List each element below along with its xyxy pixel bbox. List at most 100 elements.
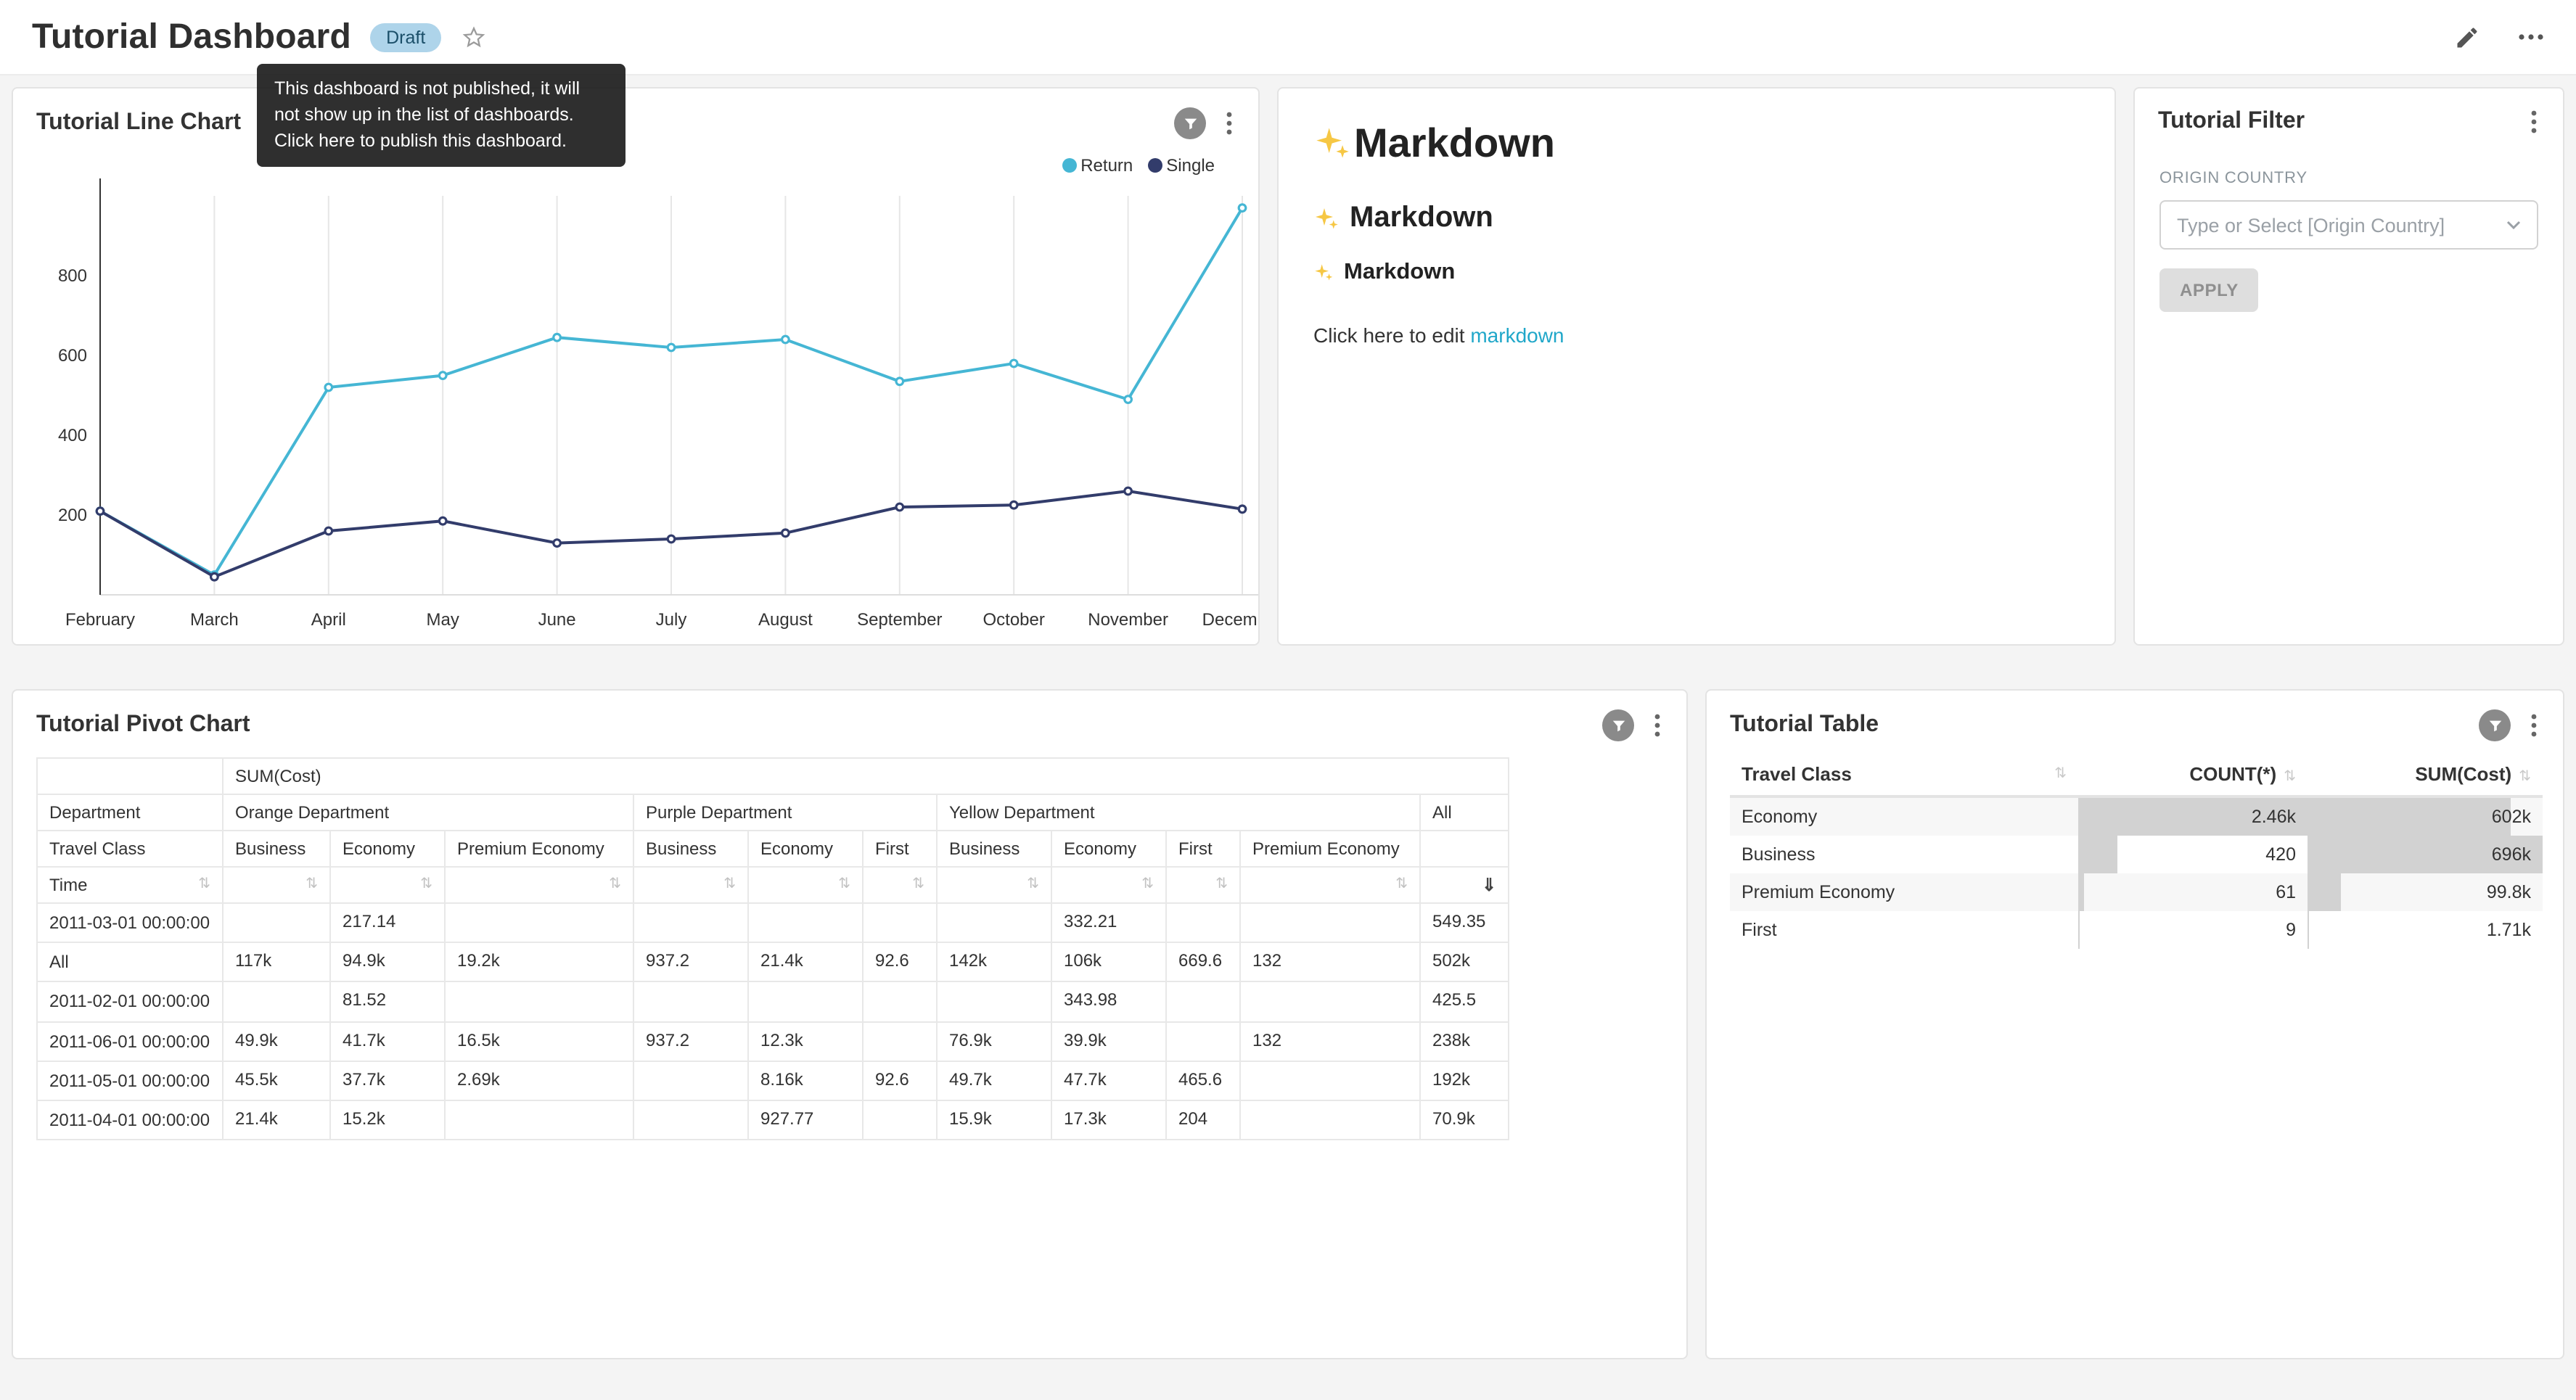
pivot-class-header bbox=[1420, 831, 1509, 867]
legend-item-return[interactable]: Return bbox=[1062, 155, 1133, 176]
sum-cell: 696k bbox=[2308, 836, 2543, 873]
legend-item-single[interactable]: Single bbox=[1147, 155, 1215, 176]
line-chart[interactable]: FebruaryMarchAprilMayJuneJulyAugustSepte… bbox=[13, 167, 1258, 646]
pivot-sort-cell[interactable]: ⇓ bbox=[1420, 867, 1509, 903]
pivot-value-cell bbox=[863, 1021, 937, 1061]
chart-kebab-menu-icon[interactable] bbox=[1223, 109, 1235, 138]
pivot-value-cell: 47.7k bbox=[1051, 1061, 1166, 1100]
pivot-value-cell: 2.69k bbox=[445, 1061, 633, 1100]
legend-label: Return bbox=[1080, 155, 1133, 176]
pivot-sort-cell[interactable]: ⇅ bbox=[937, 867, 1051, 903]
pivot-value-cell bbox=[748, 982, 863, 1021]
pivot-kebab-menu-icon[interactable] bbox=[1652, 711, 1663, 740]
pivot-sort-cell[interactable]: ⇅ bbox=[1051, 867, 1166, 903]
pivot-data-row: 2011-03-01 00:00:00217.14332.21549.35 bbox=[37, 903, 1509, 942]
sort-icon: ⇅ bbox=[305, 876, 318, 892]
pivot-data-row: 2011-05-01 00:00:0045.5k37.7k2.69k8.16k9… bbox=[37, 1061, 1509, 1100]
select-placeholder: Type or Select [Origin Country] bbox=[2177, 214, 2445, 236]
pivot-measure-row: SUM(Cost) bbox=[37, 758, 1509, 794]
count-cell: 61 bbox=[2078, 873, 2308, 911]
edit-icon[interactable] bbox=[2454, 24, 2480, 50]
pivot-value-cell: 15.2k bbox=[330, 1100, 445, 1140]
publish-tooltip[interactable]: This dashboard is not published, it will… bbox=[257, 64, 625, 168]
pivot-value-cell bbox=[1166, 1021, 1240, 1061]
sum-cell: 99.8k bbox=[2308, 873, 2543, 911]
pivot-class-header: Premium Economy bbox=[445, 831, 633, 867]
y-axis-label: 800 bbox=[58, 266, 87, 286]
pivot-sort-cell[interactable]: ⇅ bbox=[330, 867, 445, 903]
markdown-h3: Markdown bbox=[1313, 260, 2080, 286]
pivot-value-cell bbox=[633, 1100, 748, 1140]
travel-class-cell: Economy bbox=[1730, 796, 2078, 836]
pivot-value-cell bbox=[1166, 903, 1240, 942]
pivot-value-cell: 217.14 bbox=[330, 903, 445, 942]
x-axis-label: December bbox=[1202, 610, 1258, 630]
pivot-value-cell bbox=[1240, 982, 1420, 1021]
x-axis-label: August bbox=[758, 610, 813, 630]
filter-scope-icon[interactable] bbox=[1174, 107, 1206, 139]
sort-desc-icon: ⇓ bbox=[1482, 875, 1496, 895]
sort-icon: ⇅ bbox=[198, 876, 210, 892]
y-axis-label: 600 bbox=[58, 346, 87, 366]
pivot-value-cell: 132 bbox=[1240, 1021, 1420, 1061]
pivot-class-header: First bbox=[1166, 831, 1240, 867]
chevron-down-icon bbox=[2506, 221, 2521, 229]
pivot-sort-cell[interactable]: ⇅ bbox=[633, 867, 748, 903]
origin-country-select[interactable]: Type or Select [Origin Country] bbox=[2159, 200, 2538, 250]
line-chart-title: Tutorial Line Chart bbox=[36, 110, 241, 136]
x-axis-label: July bbox=[656, 610, 687, 630]
pivot-value-cell: 937.2 bbox=[633, 1021, 748, 1061]
table-row: Economy 2.46k 602k bbox=[1730, 796, 2543, 836]
single-series-dot bbox=[1147, 158, 1162, 173]
edit-markdown-link[interactable]: markdown bbox=[1470, 324, 1564, 347]
count-cell: 2.46k bbox=[2078, 796, 2308, 836]
draft-badge[interactable]: Draft bbox=[370, 22, 441, 52]
pivot-value-cell: 106k bbox=[1051, 942, 1166, 981]
pivot-sort-cell[interactable]: ⇅ bbox=[748, 867, 863, 903]
filter-kebab-menu-icon[interactable] bbox=[2528, 107, 2540, 136]
sum-cell: 602k bbox=[2308, 796, 2543, 836]
x-axis-label: April bbox=[311, 610, 346, 630]
pivot-value-cell: 41.7k bbox=[330, 1021, 445, 1061]
sum-bar bbox=[2308, 798, 2511, 836]
pivot-time-header[interactable]: Time⇅ bbox=[37, 867, 223, 903]
sum-column-header[interactable]: SUM(Cost)⇅ bbox=[2308, 754, 2543, 796]
pivot-value-cell: 937.2 bbox=[633, 942, 748, 981]
pivot-row-label: 2011-04-01 00:00:00 bbox=[37, 1100, 223, 1140]
pivot-row-label: 2011-02-01 00:00:00 bbox=[37, 982, 223, 1021]
pivot-sort-cell[interactable]: ⇅ bbox=[863, 867, 937, 903]
sort-icon: ⇅ bbox=[1215, 876, 1228, 892]
pivot-value-cell: 502k bbox=[1420, 942, 1509, 981]
pivot-value-cell: 204 bbox=[1166, 1100, 1240, 1140]
pivot-value-cell bbox=[863, 982, 937, 1021]
count-column-header[interactable]: COUNT(*)⇅ bbox=[2078, 754, 2308, 796]
pivot-value-cell: 15.9k bbox=[937, 1100, 1051, 1140]
pivot-sort-cell[interactable]: ⇅ bbox=[1240, 867, 1420, 903]
more-menu-icon[interactable] bbox=[2518, 33, 2544, 41]
pivot-value-cell: 117k bbox=[223, 942, 330, 981]
pivot-value-cell bbox=[1166, 982, 1240, 1021]
travel-class-column-header[interactable]: Travel Class⇅ bbox=[1730, 754, 2078, 796]
favorite-star-icon[interactable] bbox=[462, 25, 486, 49]
sort-icon: ⇅ bbox=[420, 876, 432, 892]
markdown-card: Markdown Markdown Markdown Click here to… bbox=[1277, 87, 2116, 646]
pivot-sort-cell[interactable]: ⇅ bbox=[445, 867, 633, 903]
travel-class-cell: Business bbox=[1730, 836, 2078, 873]
dashboard-grid: Tutorial Line Chart Return bbox=[0, 75, 2576, 1371]
count-cell: 420 bbox=[2078, 836, 2308, 873]
apply-button[interactable]: APPLY bbox=[2159, 268, 2259, 312]
travel-class-cell: First bbox=[1730, 911, 2078, 949]
sort-icon: ⇅ bbox=[2284, 769, 2296, 785]
filter-scope-icon[interactable] bbox=[2479, 709, 2511, 741]
filter-scope-icon[interactable] bbox=[1602, 709, 1634, 741]
pivot-value-cell: 465.6 bbox=[1166, 1061, 1240, 1100]
markdown-paragraph: Click here to edit markdown bbox=[1313, 324, 2080, 347]
count-bar bbox=[2078, 911, 2079, 949]
pivot-sort-cell[interactable]: ⇅ bbox=[223, 867, 330, 903]
markdown-h2: Markdown bbox=[1313, 202, 2080, 235]
table-card: Tutorial Table Travel Class⇅ bbox=[1705, 689, 2564, 1359]
table-kebab-menu-icon[interactable] bbox=[2528, 711, 2540, 740]
pivot-value-cell: 21.4k bbox=[223, 1100, 330, 1140]
pivot-sort-cell[interactable]: ⇅ bbox=[1166, 867, 1240, 903]
x-axis-label: May bbox=[427, 610, 459, 630]
